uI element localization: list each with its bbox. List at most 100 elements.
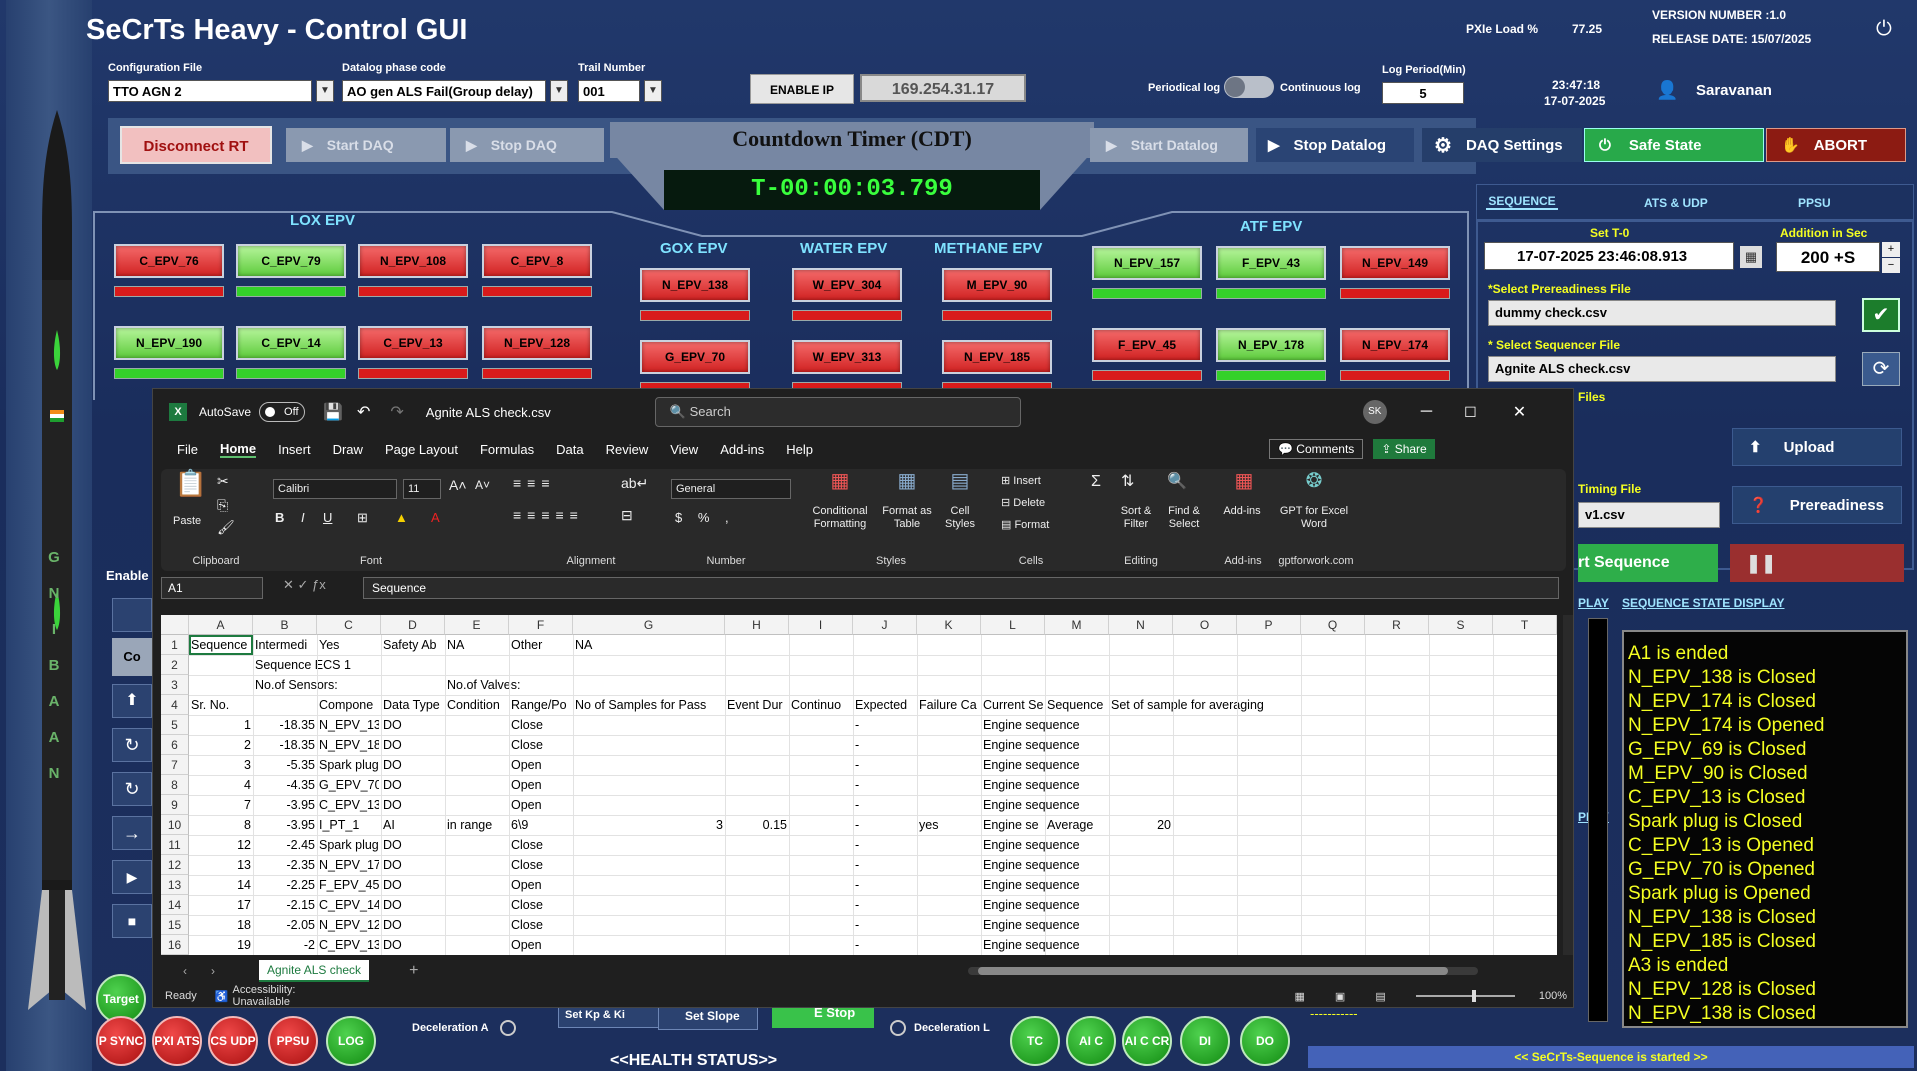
column-header[interactable]: R (1365, 615, 1429, 635)
table-cell[interactable]: Open (511, 795, 851, 815)
gpt-icon[interactable]: ❂ (1279, 471, 1349, 491)
prev-sheet-icon[interactable]: ‹ (183, 964, 187, 978)
maximize-icon[interactable]: ☐ (1464, 404, 1477, 421)
table-cell[interactable]: Open (511, 935, 851, 955)
table-cell[interactable]: -2 (255, 935, 315, 955)
table-cell[interactable]: -2.05 (255, 915, 316, 935)
table-cell[interactable]: No.of Sensors: (255, 675, 443, 695)
cell-styles-label[interactable]: Cell Styles (937, 505, 983, 531)
column-header[interactable]: G (573, 615, 725, 635)
table-cell[interactable]: Close (511, 895, 851, 915)
table-cell[interactable]: Safety Ab (383, 635, 443, 655)
copy-icon[interactable]: ⎘ (217, 498, 228, 512)
upload-button[interactable]: ⬆ Upload (1732, 428, 1902, 466)
number-format-select[interactable]: General (671, 479, 791, 499)
row-header[interactable]: 5 (161, 715, 189, 735)
table-cell[interactable]: Other (511, 635, 571, 655)
horizontal-scrollbar[interactable] (968, 967, 1479, 975)
arrow-right-icon[interactable]: → (112, 816, 152, 850)
row-header[interactable]: 15 (161, 915, 189, 935)
menu-insert[interactable]: Insert (278, 442, 311, 457)
table-cell[interactable]: - (855, 855, 915, 875)
side-button[interactable] (112, 598, 152, 632)
table-cell[interactable]: 6\9 (511, 815, 571, 835)
epv-button-n-epv-190[interactable]: N_EPV_190 (114, 326, 224, 360)
normal-view-icon[interactable]: ▦ (1295, 990, 1305, 1003)
table-cell[interactable]: Expected (855, 695, 915, 715)
epv-button-m-epv-90[interactable]: M_EPV_90 (942, 268, 1052, 302)
next-sheet-icon[interactable]: › (211, 964, 215, 978)
epv-button-n-epv-185[interactable]: N_EPV_185 (942, 340, 1052, 374)
epv-button-n-epv-174[interactable]: N_EPV_174 (1340, 328, 1450, 362)
table-cell[interactable]: I_PT_1 (319, 815, 379, 835)
epv-button-n-epv-149[interactable]: N_EPV_149 (1340, 246, 1450, 280)
table-cell[interactable]: Spark plug (319, 755, 379, 775)
row-header[interactable]: 2 (161, 655, 189, 675)
tab-sequence[interactable]: SEQUENCE (1486, 194, 1558, 210)
epv-button-c-epv-8[interactable]: C_EPV_8 (482, 244, 592, 278)
menu-help[interactable]: Help (786, 442, 813, 457)
stop-small-icon[interactable]: ■ (112, 904, 152, 938)
table-cell[interactable]: Current Se (983, 695, 1043, 715)
table-cell[interactable]: 8 (191, 815, 251, 835)
log-period-field[interactable]: 5 (1382, 82, 1464, 104)
column-header[interactable]: E (445, 615, 509, 635)
table-cell[interactable]: Spark plug (319, 835, 379, 855)
redo-icon[interactable]: ↷ (390, 402, 403, 422)
stop-daq-button[interactable]: ▶ Stop DAQ (450, 128, 604, 162)
paste-icon[interactable]: 📋 (171, 470, 211, 496)
table-cell[interactable]: - (855, 915, 915, 935)
table-cell[interactable]: - (855, 875, 915, 895)
start-datalog-button[interactable]: ▶ Start Datalog (1090, 128, 1248, 162)
row-header[interactable]: 3 (161, 675, 189, 695)
timing-file-select[interactable]: v1.csv (1578, 502, 1720, 528)
font-color-icon[interactable]: A (431, 511, 440, 524)
table-cell[interactable]: Close (511, 835, 851, 855)
safe-state-button[interactable]: ⏻ Safe State (1584, 128, 1764, 162)
zoom-slider[interactable] (1415, 990, 1515, 1002)
row-header[interactable]: 13 (161, 875, 189, 895)
power-icon[interactable]: ⏻ (1876, 18, 1892, 41)
column-header[interactable]: A (189, 615, 253, 635)
table-cell[interactable]: Failure Ca (919, 695, 979, 715)
menu-add-ins[interactable]: Add-ins (720, 442, 764, 457)
table-cell[interactable]: -18.35 (255, 715, 315, 735)
accessibility-status[interactable]: Accessibility: Unavailable (233, 984, 335, 1008)
table-cell[interactable]: No of Samples for Pass (575, 695, 723, 715)
table-cell[interactable]: C_EPV_14 (319, 895, 379, 915)
table-cell[interactable]: - (855, 715, 915, 735)
add-ins-icon[interactable]: ▦ (1219, 471, 1269, 491)
table-cell[interactable]: Set of sample for averaging (1111, 695, 1299, 715)
table-cell[interactable]: - (855, 735, 915, 755)
table-cell[interactable]: Open (511, 875, 851, 895)
row-header[interactable]: 4 (161, 695, 189, 715)
gpt-label[interactable]: GPT for Excel Word (1279, 505, 1349, 531)
table-cell[interactable]: Average (1047, 815, 1107, 835)
table-cell[interactable]: -5.35 (255, 755, 316, 775)
table-cell[interactable]: 2 (191, 735, 251, 755)
epv-button-n-epv-178[interactable]: N_EPV_178 (1216, 328, 1326, 362)
add-sheet-icon[interactable]: + (409, 962, 418, 980)
column-header[interactable]: T (1493, 615, 1557, 635)
epv-button-f-epv-43[interactable]: F_EPV_43 (1216, 246, 1326, 280)
table-cell[interactable]: -2.15 (255, 895, 316, 915)
column-header[interactable]: L (981, 615, 1045, 635)
find-select-icon[interactable]: 🔍 (1167, 474, 1187, 490)
check-icon[interactable]: ✔ (1862, 298, 1900, 332)
row-header[interactable]: 1 (161, 635, 189, 655)
table-cell[interactable]: -4.35 (255, 775, 316, 795)
select-all-corner[interactable] (161, 615, 189, 635)
row-header[interactable]: 16 (161, 935, 189, 955)
start-sequence-button[interactable]: rt Sequence (1578, 544, 1718, 582)
table-cell[interactable]: Close (511, 735, 851, 755)
fill-color-icon[interactable]: ▲ (395, 511, 408, 524)
refresh-small-icon-2[interactable]: ↻ (112, 772, 152, 806)
start-daq-button[interactable]: ▶ Start DAQ (286, 128, 446, 162)
table-cell[interactable]: - (855, 895, 915, 915)
table-cell[interactable]: Close (511, 715, 851, 735)
bold-icon[interactable]: B (275, 511, 284, 524)
table-cell[interactable]: - (855, 795, 915, 815)
formula-bar[interactable]: Sequence (363, 577, 1559, 599)
table-cell[interactable]: -3.95 (255, 795, 316, 815)
pause-button[interactable]: ❚❚ (1730, 544, 1904, 582)
